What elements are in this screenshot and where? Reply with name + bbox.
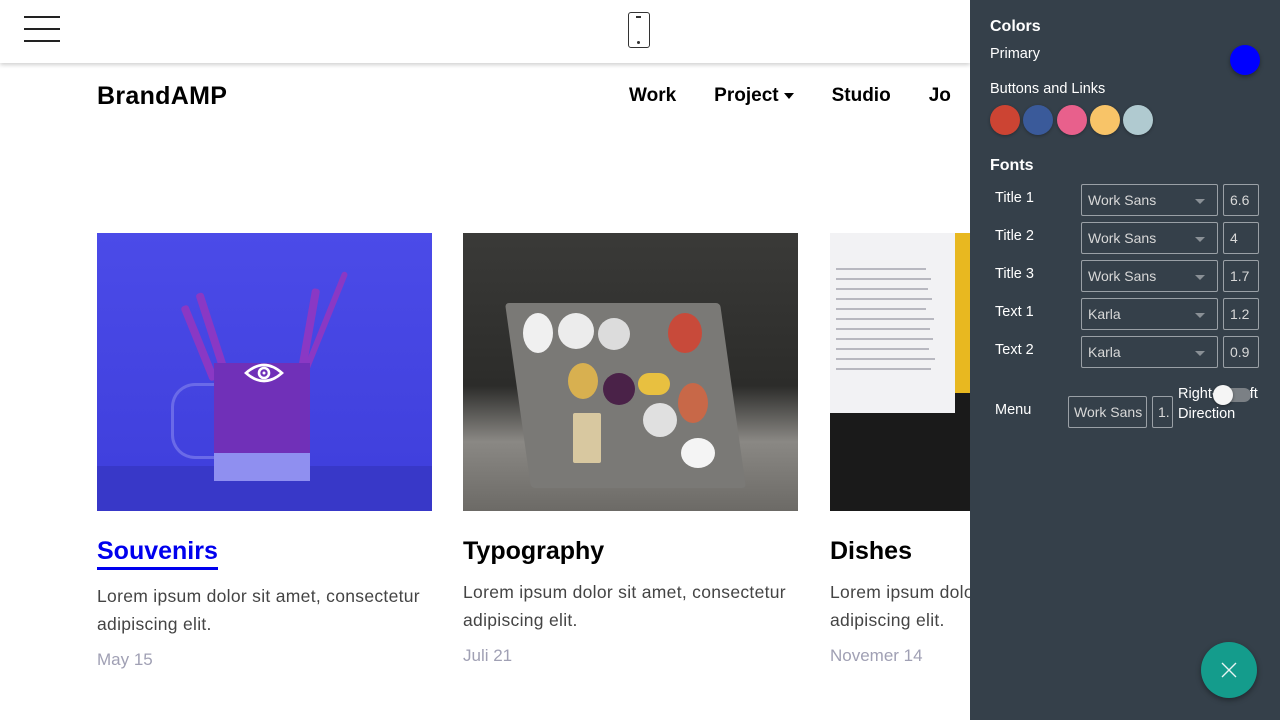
font-family-select[interactable]: Work Sans [1081,222,1218,254]
main-nav: Work Project Studio Jo [629,85,989,107]
nav-label: Jo [928,85,951,106]
swatch-blue[interactable] [1023,105,1054,135]
font-family-select[interactable]: Work Sans [1081,260,1218,292]
color-swatches [990,105,1156,135]
colors-heading: Colors [990,18,1041,35]
theme-settings-panel: Colors Primary Buttons and Links Fonts T… [970,0,1280,720]
font-family-select[interactable]: Karla [1081,336,1218,368]
select-value: Work Sans [1088,230,1157,246]
mobile-phone-icon[interactable] [628,12,650,48]
font-row-title-3: Title 3 Work Sans 1.7 [995,260,1265,292]
font-size-input[interactable]: 4 [1223,222,1259,254]
dropdown-arrow-icon [1195,351,1205,356]
card-image[interactable] [97,233,432,511]
nav-item-project[interactable]: Project [714,85,794,107]
font-row-text-1: Text 1 Karla 1.2 [995,298,1265,330]
swatch-pink[interactable] [1056,105,1087,135]
buttons-links-label: Buttons and Links [990,81,1106,97]
caret-down-icon [783,93,794,99]
card-title[interactable]: Souvenirs [97,536,218,570]
primary-label: Primary [990,46,1040,62]
dropdown-arrow-icon [1195,313,1205,318]
card-date: Juli 21 [463,646,513,665]
hamburger-icon[interactable] [24,16,60,42]
nav-label: Work [629,85,677,106]
font-row-label: Text 2 [995,342,1034,358]
dropdown-arrow-icon [1195,199,1205,204]
font-family-select[interactable]: Karla [1081,298,1218,330]
font-row-text-2: Text 2 Karla 0.9 [995,336,1265,368]
font-size-input[interactable]: 0.9 [1223,336,1259,368]
font-row-label: Title 1 [995,190,1034,206]
font-size-input[interactable]: 1.2 [1223,298,1259,330]
font-size-input[interactable]: 1.7 [1223,260,1259,292]
card-typography: Typography Lorem ipsum dolor sit amet, c… [463,233,798,666]
close-icon [1221,662,1237,678]
swatch-red[interactable] [990,105,1020,135]
primary-color-swatch[interactable] [1230,45,1260,75]
card-image[interactable] [463,233,798,511]
select-value: Work Sans [1088,192,1157,208]
card-text: Lorem ipsum dolor sit amet, consectetur … [97,586,420,634]
font-row-title-1: Title 1 Work Sans 6.6 [995,184,1265,216]
dropdown-arrow-icon [1195,275,1205,280]
eye-icon[interactable] [244,363,284,383]
nav-item-work[interactable]: Work [629,85,676,107]
font-row-label: Title 3 [995,266,1034,282]
toggle-knob [1213,385,1233,405]
select-value: Karla [1088,344,1121,360]
nav-label: Studio [831,85,891,106]
top-toolbar [0,0,970,63]
brand-logo[interactable]: BrandAMP [97,82,227,111]
swatch-light-blue[interactable] [1123,105,1154,135]
nav-item-studio[interactable]: Studio [832,85,891,107]
font-size-input[interactable]: 6.6 [1223,184,1259,216]
select-value: Work Sans [1088,268,1157,284]
nav-label: Project [714,85,779,106]
fonts-heading: Fonts [990,157,1034,174]
font-row-label: Title 2 [995,228,1034,244]
card-date: May 15 [97,650,153,669]
menu-font-size-input[interactable]: 1. [1152,396,1173,428]
swatch-yellow[interactable] [1089,105,1120,135]
close-panel-button[interactable] [1201,642,1257,698]
card-text: Lorem ipsum dolor sit amet, consectetur … [463,582,786,630]
rtl-toggle[interactable] [1213,385,1251,405]
card-souvenirs: Souvenirs Lorem ipsum dolor sit amet, co… [97,233,432,670]
dropdown-arrow-icon [1195,237,1205,242]
select-value: Karla [1088,306,1121,322]
font-row-title-2: Title 2 Work Sans 4 [995,222,1265,254]
card-title[interactable]: Typography [463,536,604,566]
menu-font-label: Menu [995,402,1032,418]
font-row-label: Text 1 [995,304,1034,320]
font-family-select[interactable]: Work Sans [1081,184,1218,216]
menu-font-select[interactable]: Work Sans [1068,396,1147,428]
card-title[interactable]: Dishes [830,536,912,566]
nav-item-jo[interactable]: Jo [929,85,951,107]
